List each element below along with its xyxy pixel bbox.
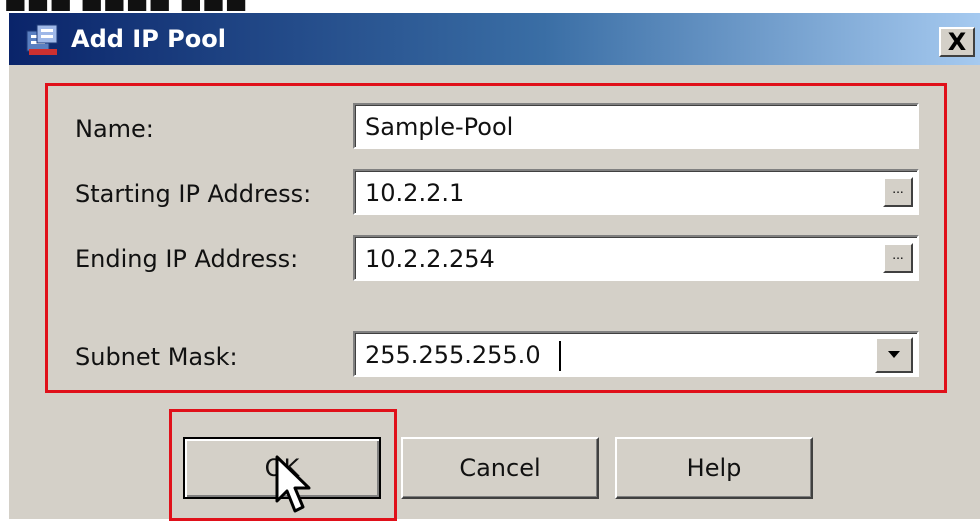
pool-icon [26,24,58,55]
add-ip-pool-dialog: Add IP Pool X Name: Sample-Pool Starting… [8,12,980,521]
title-bar[interactable]: Add IP Pool X [9,13,980,65]
form-highlight-box [45,83,947,393]
close-button[interactable]: X [939,27,975,57]
cancel-button[interactable]: Cancel [401,437,599,499]
mouse-pointer-icon [275,455,311,513]
help-button[interactable]: Help [615,437,813,499]
cancel-button-label: Cancel [459,454,541,482]
close-icon: X [947,28,967,56]
help-button-label: Help [686,454,742,482]
dialog-title: Add IP Pool [71,25,226,53]
